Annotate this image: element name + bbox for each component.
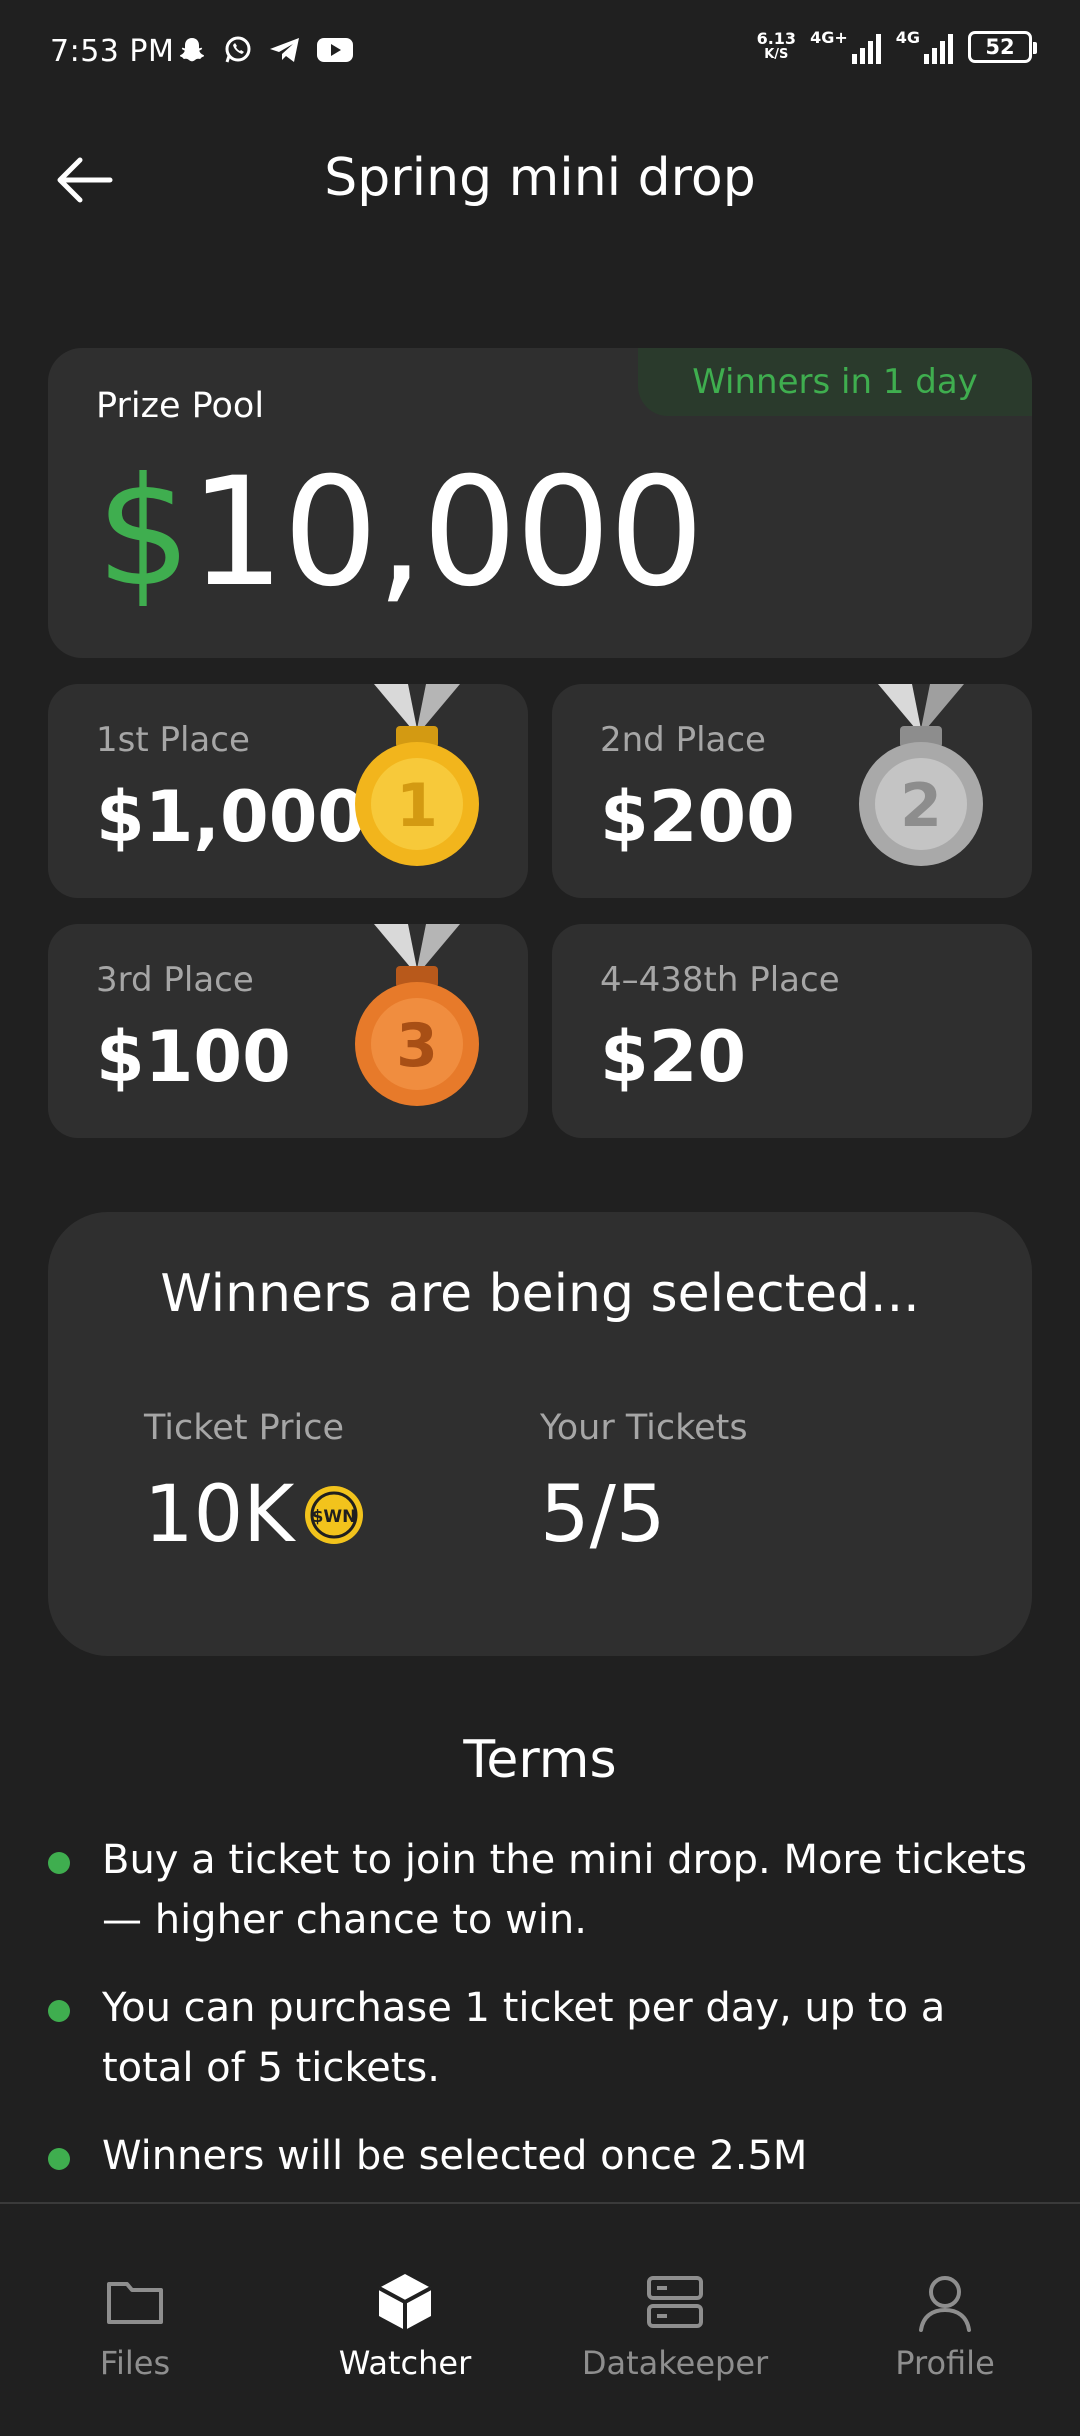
place-card-3rd: 3rd Place $100 3	[48, 924, 528, 1138]
status-bar: 7:53 PM 6.13 K/S 4G+ 4G 52	[0, 0, 1080, 110]
network-speed: 6.13 K/S	[756, 29, 797, 63]
place-card-4th-438th: 4–438th Place $20	[552, 924, 1032, 1138]
server-icon	[647, 2276, 703, 2328]
youtube-icon	[317, 38, 353, 62]
place-amount: $20	[600, 1016, 747, 1098]
signal-bars-icon	[924, 34, 953, 64]
svg-text:2: 2	[900, 771, 942, 841]
svg-text:3: 3	[396, 1011, 438, 1081]
signal-2: 4G	[896, 30, 954, 64]
silver-medal-icon: 2	[859, 684, 983, 866]
prize-pool-label: Prize Pool	[96, 386, 265, 426]
nav-item-files[interactable]: Files	[0, 2204, 270, 2436]
place-amount: $100	[96, 1016, 291, 1098]
status-right: 6.13 K/S 4G+ 4G 52	[756, 29, 1037, 64]
place-amount: $1,000	[96, 776, 367, 858]
bullet-dot	[48, 2000, 70, 2022]
place-card-1st: 1st Place $1,000 1	[48, 684, 528, 898]
list-item: Winners will be selected once 2.5M	[48, 2126, 1032, 2186]
cube-icon	[378, 2274, 432, 2330]
prize-pool-card: Winners in 1 day Prize Pool $10,000	[48, 348, 1032, 658]
page-title: Spring mini drop	[324, 148, 756, 208]
bullet-dot	[48, 2148, 70, 2170]
your-tickets-label: Your Tickets	[540, 1408, 748, 1448]
nav-item-watcher[interactable]: Watcher	[270, 2204, 540, 2436]
swn-coin-icon: $WN	[305, 1486, 364, 1544]
place-label: 3rd Place	[96, 960, 254, 1000]
battery-icon: 52	[968, 31, 1037, 63]
list-item: You can purchase 1 ticket per day, up to…	[48, 1978, 1032, 2098]
place-card-2nd: 2nd Place $200 2	[552, 684, 1032, 898]
amount-value: 10,000	[189, 446, 704, 620]
terms-title: Terms	[463, 1730, 617, 1790]
screen: 7:53 PM 6.13 K/S 4G+ 4G 52 Spring mini d…	[0, 0, 1080, 2436]
place-amount: $200	[600, 776, 795, 858]
bottom-nav: Files Watcher Datakeeper Profile	[0, 2202, 1080, 2436]
place-label: 1st Place	[96, 720, 250, 760]
gold-medal-icon: 1	[355, 684, 479, 866]
status-notification-icons	[176, 34, 354, 66]
ticket-price-label: Ticket Price	[144, 1408, 345, 1448]
winner-selection-card: Winners are being selected... Ticket Pri…	[48, 1212, 1032, 1656]
whatsapp-icon	[225, 36, 251, 63]
place-label: 2nd Place	[600, 720, 766, 760]
folder-icon	[107, 2282, 163, 2324]
nav-item-profile[interactable]: Profile	[810, 2204, 1080, 2436]
ticket-price-value: 10K $WN	[144, 1470, 364, 1560]
telegram-icon	[270, 38, 299, 62]
signal-bars-icon	[851, 34, 881, 64]
snapchat-icon	[180, 38, 204, 62]
svg-text:1: 1	[396, 771, 438, 841]
svg-text:$WN: $WN	[312, 1507, 357, 1527]
nav-item-datakeeper[interactable]: Datakeeper	[540, 2204, 810, 2436]
user-icon	[919, 2276, 971, 2332]
prize-pool-amount: $10,000	[96, 446, 704, 620]
status-time: 7:53 PM	[50, 34, 175, 69]
bullet-dot	[48, 1852, 70, 1874]
signal-1: 4G+	[810, 30, 882, 64]
winners-countdown-badge: Winners in 1 day	[638, 348, 1032, 416]
your-tickets-value: 5/5	[540, 1470, 666, 1560]
currency-symbol: $	[96, 446, 191, 620]
selection-status: Winners are being selected...	[160, 1264, 920, 1324]
place-label: 4–438th Place	[600, 960, 840, 1000]
list-item: Buy a ticket to join the mini drop. More…	[48, 1830, 1032, 1950]
bronze-medal-icon: 3	[355, 924, 479, 1106]
terms-list: Buy a ticket to join the mini drop. More…	[48, 1830, 1032, 2214]
